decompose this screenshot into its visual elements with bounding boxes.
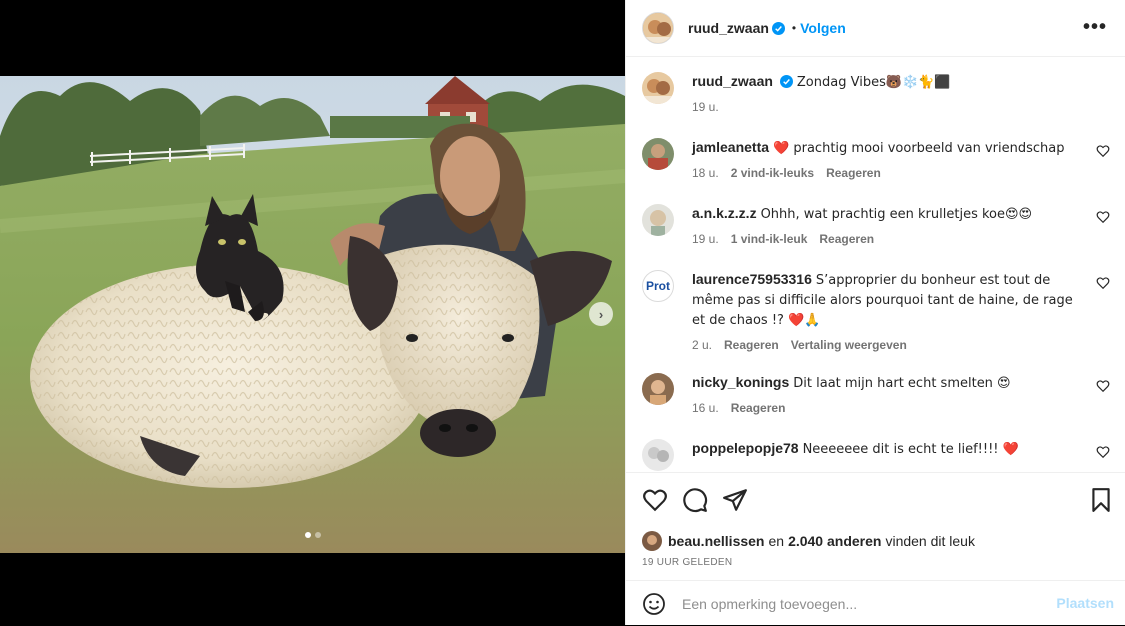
separator-dot: • [791, 21, 797, 35]
commenter-avatar[interactable] [642, 439, 674, 471]
reply-button[interactable]: Reageren [731, 401, 786, 415]
post-header: ruud_zwaan • Volgen ••• [626, 0, 1125, 57]
action-bar [642, 487, 1112, 513]
post-sidebar: ruud_zwaan • Volgen ••• ruud_zwaan Zondag… [625, 0, 1125, 625]
add-comment-bar: Plaatsen [626, 580, 1125, 626]
caption-text: Zondag Vibes🐻❄️🐈⬛ [796, 75, 951, 90]
liker-avatar[interactable] [642, 531, 662, 551]
commenter-avatar[interactable] [642, 373, 674, 405]
like-comment-heart-icon[interactable] [1096, 144, 1110, 158]
liker-username[interactable]: beau.nellissen [668, 533, 764, 549]
comment-item: jamleanetta ❤️ prachtig mooi voorbeeld va… [642, 138, 1112, 180]
post-dialog: › ruud_zwaan • Volgen ••• ruud_zwaan Zon… [0, 0, 1125, 625]
comment-text: Ohhh, wat prachtig een krulletjes koe😍😍 [760, 207, 1033, 222]
carousel-indicator [0, 532, 625, 538]
comment-time[interactable]: 16 u. [692, 401, 719, 415]
commenter-avatar[interactable] [642, 204, 674, 236]
caption-username[interactable]: ruud_zwaan [692, 73, 773, 89]
likes-suffix: vinden dit leuk [885, 533, 975, 549]
media-panel: › [0, 0, 625, 625]
save-bookmark-icon[interactable] [1088, 487, 1114, 513]
comment-item: nicky_konings Dit laat mijn hart echt sme… [642, 373, 1112, 415]
likes-count[interactable]: 2.040 anderen [788, 533, 881, 549]
caption: ruud_zwaan Zondag Vibes🐻❄️🐈⬛ 19 u. [642, 72, 1112, 114]
comment-username[interactable]: laurence75953316 [692, 271, 812, 287]
chevron-right-icon: › [598, 306, 604, 322]
post-timestamp[interactable]: 19 UUR GELEDEN [642, 557, 732, 568]
reply-button[interactable]: Reageren [819, 232, 874, 246]
comment-text: ❤️ prachtig mooi voorbeeld van vriendsch… [773, 141, 1065, 156]
carousel-next-button[interactable]: › [589, 302, 613, 326]
like-comment-heart-icon[interactable] [1096, 210, 1110, 224]
more-options-icon[interactable]: ••• [1083, 16, 1107, 39]
author-avatar[interactable] [642, 12, 674, 44]
likes-connector: en [768, 533, 785, 549]
like-comment-heart-icon[interactable] [1096, 276, 1110, 290]
comment-input[interactable] [682, 595, 1042, 612]
post-photo[interactable] [0, 76, 625, 553]
comment-item: Prot laurence75953316 S’approprier du bon… [642, 270, 1112, 352]
comment-item: poppelepopje78 Neeeeeee dit is echt te li… [642, 439, 1112, 471]
author-username[interactable]: ruud_zwaan [688, 20, 769, 36]
verified-badge-icon [771, 21, 785, 35]
author-avatar[interactable] [642, 72, 674, 104]
comment-username[interactable]: jamleanetta [692, 139, 769, 155]
comment-text: Dit laat mijn hart echt smelten 😍 [793, 376, 1011, 391]
post-footer: beau.nellissen en 2.040 anderen vinden d… [626, 472, 1125, 625]
reply-button[interactable]: Reageren [724, 338, 779, 352]
emoji-smiley-icon[interactable] [642, 592, 666, 616]
comment-time[interactable]: 19 u. [692, 232, 719, 246]
like-heart-icon[interactable] [642, 487, 668, 513]
comment-username[interactable]: a.n.k.z.z.z [692, 205, 757, 221]
comment-time[interactable]: 2 u. [692, 338, 712, 352]
carousel-dot [304, 532, 311, 538]
comment-likes[interactable]: 2 vind-ik-leuks [731, 166, 814, 180]
comment-time[interactable]: 18 u. [692, 166, 719, 180]
comment-username[interactable]: nicky_konings [692, 374, 789, 390]
share-send-icon[interactable] [722, 487, 748, 513]
comment-username[interactable]: poppelepopje78 [692, 440, 799, 456]
follow-button[interactable]: Volgen [800, 20, 846, 36]
reply-button[interactable]: Reageren [826, 166, 881, 180]
like-comment-heart-icon[interactable] [1096, 445, 1110, 459]
comment-likes[interactable]: 1 vind-ik-leuk [731, 232, 808, 246]
avatar-text: Prot [646, 279, 670, 293]
translate-button[interactable]: Vertaling weergeven [791, 338, 907, 352]
caption-time[interactable]: 19 u. [692, 100, 719, 114]
verified-badge-icon [779, 75, 793, 88]
commenter-avatar[interactable]: Prot [642, 270, 674, 302]
like-comment-heart-icon[interactable] [1096, 379, 1110, 393]
commenter-avatar[interactable] [642, 138, 674, 170]
comment-text: Neeeeeee dit is echt te lief!!!! ❤️ [802, 442, 1019, 457]
carousel-dot [314, 532, 321, 538]
comments-list[interactable]: ruud_zwaan Zondag Vibes🐻❄️🐈⬛ 19 u. jamlea… [626, 58, 1125, 472]
comment-bubble-icon[interactable] [682, 487, 708, 513]
comment-item: a.n.k.z.z.z Ohhh, wat prachtig een krulle… [642, 204, 1112, 246]
likes-summary: beau.nellissen en 2.040 anderen vinden d… [642, 531, 975, 551]
post-comment-button[interactable]: Plaatsen [1056, 595, 1114, 611]
